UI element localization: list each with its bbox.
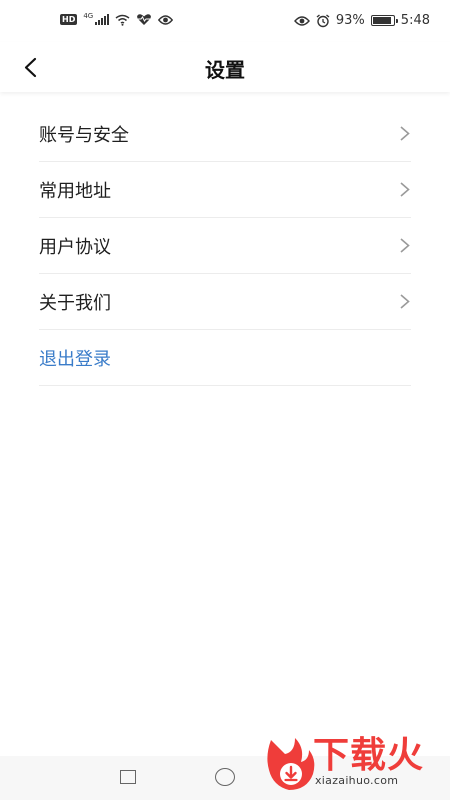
logout-label: 退出登录 bbox=[39, 348, 111, 370]
settings-item-account-security[interactable]: 账号与安全 bbox=[39, 106, 411, 162]
flame-logo-icon bbox=[267, 738, 315, 790]
chevron-right-icon bbox=[400, 182, 410, 197]
clock-time: 5:48 bbox=[400, 13, 430, 28]
settings-item-about-us[interactable]: 关于我们 bbox=[39, 274, 411, 330]
hd-badge: HD bbox=[60, 14, 78, 25]
watermark-domain: xiazaihuo.com bbox=[315, 774, 399, 787]
settings-item-common-address[interactable]: 常用地址 bbox=[39, 162, 411, 218]
settings-list: 账号与安全 常用地址 用户协议 关于我们 退出登录 bbox=[39, 106, 411, 386]
settings-item-label: 关于我们 bbox=[39, 292, 111, 314]
chevron-right-icon bbox=[400, 126, 410, 141]
home-button[interactable] bbox=[215, 768, 235, 786]
signal-icon bbox=[95, 14, 110, 25]
chevron-right-icon bbox=[400, 294, 410, 309]
watermark-brand: 下载火 bbox=[313, 735, 425, 776]
app-header: 设置 bbox=[0, 42, 450, 92]
page-title: 设置 bbox=[205, 58, 245, 82]
status-left: HD 4G bbox=[60, 11, 174, 26]
logout-button[interactable]: 退出登录 bbox=[39, 330, 411, 386]
watermark-logo: 下载火 xiazaihuo.com bbox=[261, 734, 446, 794]
alarm-icon bbox=[316, 13, 330, 27]
eye-icon bbox=[293, 15, 310, 26]
network-type: 4G bbox=[83, 11, 94, 20]
settings-item-user-agreement[interactable]: 用户协议 bbox=[39, 218, 411, 274]
chevron-right-icon bbox=[400, 238, 410, 253]
status-right: 93% 5:48 bbox=[293, 13, 430, 28]
battery-percent: 93% bbox=[335, 13, 365, 28]
recent-apps-button[interactable] bbox=[120, 770, 136, 784]
settings-item-label: 账号与安全 bbox=[39, 124, 129, 146]
eye-comfort-icon bbox=[158, 14, 174, 25]
wifi-icon bbox=[115, 14, 130, 26]
heart-pulse-icon bbox=[137, 14, 152, 25]
settings-item-label: 常用地址 bbox=[39, 180, 111, 202]
settings-item-label: 用户协议 bbox=[39, 236, 111, 258]
battery-icon bbox=[370, 15, 398, 26]
status-bar: HD 4G 93% 5:48 bbox=[0, 0, 450, 42]
